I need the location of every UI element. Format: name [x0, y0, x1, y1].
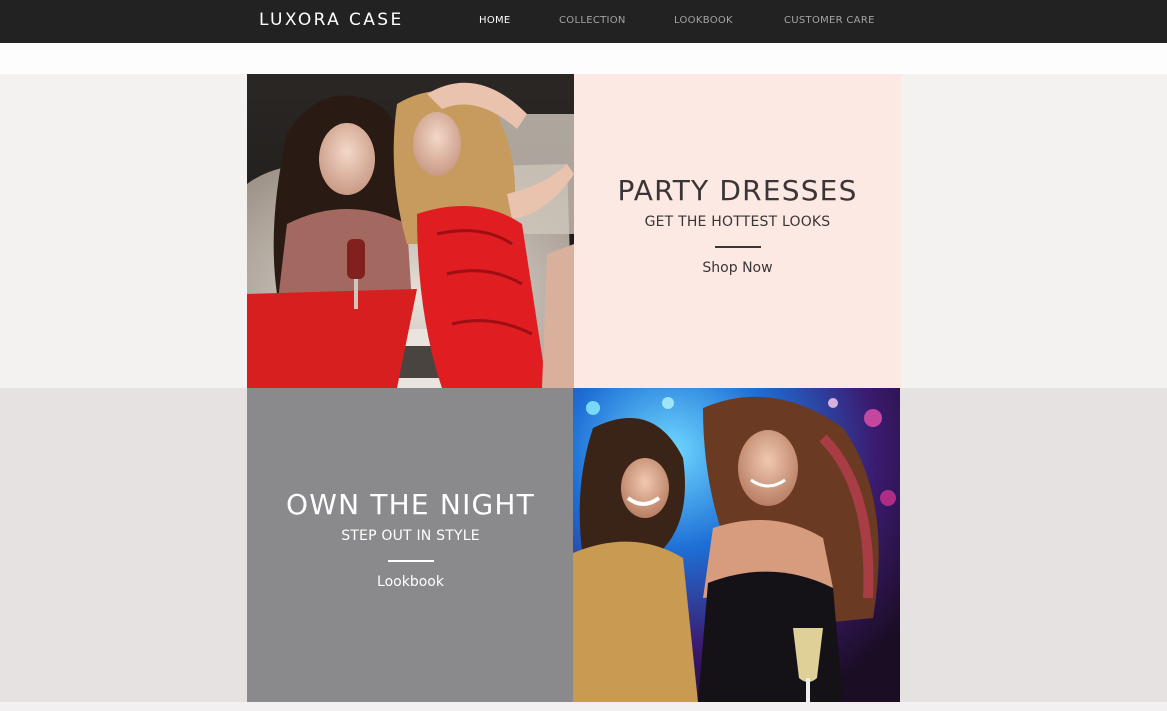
site-logo[interactable]: LUXORA CASE: [259, 10, 404, 30]
nav-item-collection[interactable]: COLLECTION: [559, 15, 626, 26]
footer-edge: [0, 702, 1167, 711]
party-dresses-divider: [714, 246, 761, 248]
shop-now-link[interactable]: Shop Now: [702, 260, 772, 276]
party-dresses-content: PARTY DRESSES GET THE HOTTEST LOOKS Shop…: [574, 174, 901, 276]
own-the-night-divider: [387, 560, 434, 562]
party-dresses-title: PARTY DRESSES: [617, 174, 858, 207]
own-the-night-title: OWN THE NIGHT: [286, 488, 535, 521]
own-the-night-subtitle: STEP OUT IN STYLE: [341, 528, 480, 544]
header-spacer: [0, 43, 1167, 74]
own-the-night-content: OWN THE NIGHT STEP OUT IN STYLE Lookbook: [247, 488, 574, 590]
party-photo-image: [247, 74, 574, 388]
own-the-night-promo: OWN THE NIGHT STEP OUT IN STYLE Lookbook: [247, 388, 574, 702]
nav-item-home[interactable]: HOME: [479, 15, 511, 26]
dance-photo-tile[interactable]: [573, 388, 900, 702]
nav-item-lookbook[interactable]: LOOKBOOK: [674, 15, 733, 26]
party-dresses-subtitle: GET THE HOTTEST LOOKS: [644, 214, 831, 230]
lookbook-link[interactable]: Lookbook: [377, 574, 444, 590]
party-dresses-promo: PARTY DRESSES GET THE HOTTEST LOOKS Shop…: [574, 74, 901, 388]
site-header: LUXORA CASE HOME COLLECTION LOOKBOOK CUS…: [0, 0, 1167, 43]
dance-photo-image: [573, 388, 900, 702]
nav-item-customer-care[interactable]: CUSTOMER CARE: [784, 15, 875, 26]
party-photo-tile[interactable]: [247, 74, 574, 388]
